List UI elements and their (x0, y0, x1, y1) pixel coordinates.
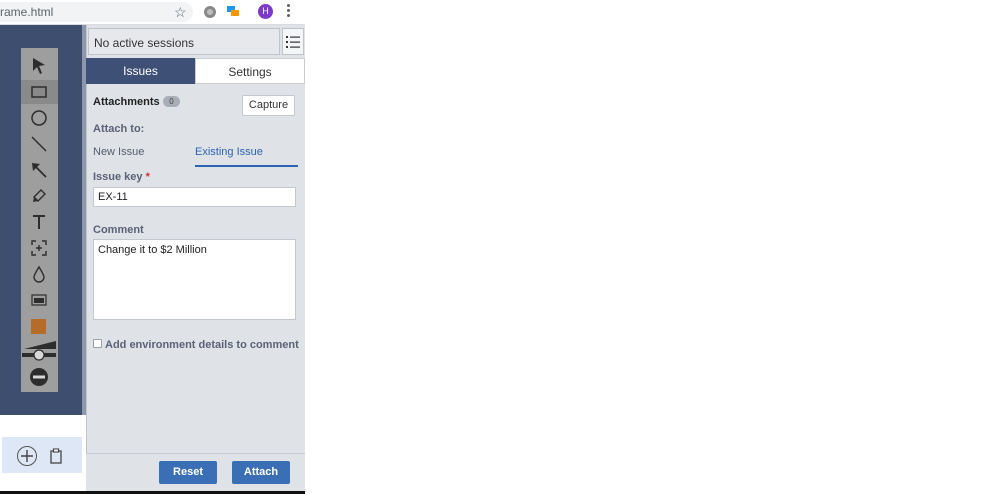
delete-tool[interactable] (21, 366, 58, 390)
issue-key-label: Issue key * (93, 171, 150, 183)
required-marker: * (145, 171, 150, 183)
blur-tool[interactable] (21, 262, 58, 286)
stroke-width-slider[interactable] (21, 340, 58, 364)
url-text: rame.html (0, 5, 54, 19)
attachments-count-badge: 0 (163, 96, 180, 107)
stroke-width-icon (22, 341, 56, 361)
highlight-icon (31, 294, 47, 306)
attachments-heading: Attachments (93, 96, 160, 108)
line-tool[interactable] (21, 132, 58, 156)
comment-textarea[interactable]: Change it to $2 Million (93, 239, 296, 320)
tab-new-issue[interactable]: New Issue (93, 146, 144, 158)
comment-label: Comment (93, 224, 144, 236)
pointer-icon (33, 58, 45, 74)
browser-menu-icon[interactable] (285, 4, 291, 20)
address-bar[interactable]: rame.html ☆ (0, 2, 193, 22)
annotation-toolbar (21, 48, 58, 392)
tab-settings[interactable]: Settings (195, 58, 305, 84)
add-icon[interactable] (17, 446, 37, 466)
extension-capture-icon[interactable] (226, 4, 240, 18)
browser-toolbar: rame.html ☆ H (0, 0, 305, 25)
ellipse-icon (31, 110, 47, 126)
line-icon (31, 136, 47, 152)
crop-tool[interactable] (21, 236, 58, 260)
highlight-tool[interactable] (21, 288, 58, 312)
attach-button[interactable]: Attach (232, 461, 290, 484)
issue-key-input[interactable] (93, 187, 296, 207)
crop-icon (31, 240, 47, 256)
bookmark-star-icon[interactable]: ☆ (174, 5, 187, 19)
list-icon (286, 36, 300, 48)
text-icon (33, 215, 45, 229)
delete-icon (30, 368, 48, 386)
rectangle-icon (31, 86, 47, 98)
clipboard-icon[interactable] (49, 448, 63, 464)
tab-existing-issue[interactable]: Existing Issue (195, 146, 263, 158)
text-tool[interactable] (21, 210, 58, 234)
capture-button[interactable]: Capture (242, 95, 295, 116)
profile-avatar[interactable]: H (258, 4, 273, 19)
reset-button[interactable]: Reset (159, 461, 217, 484)
extension-circle-icon[interactable] (204, 6, 216, 18)
arrow-tool[interactable] (21, 158, 58, 182)
attachment-drop-area (2, 437, 82, 473)
env-details-checkbox[interactable] (93, 339, 102, 348)
plus-icon (21, 450, 33, 462)
rectangle-tool[interactable] (21, 80, 58, 104)
color-swatch-icon (31, 319, 46, 334)
app-root: rame.html ☆ H No active sessions Issues … (0, 0, 999, 494)
active-tab-underline (195, 165, 298, 167)
sessions-status: No active sessions (88, 28, 280, 55)
pencil-tool[interactable] (21, 184, 58, 208)
attach-to-label: Attach to: (93, 123, 145, 135)
issue-key-label-text: Issue key (93, 171, 143, 183)
env-details-label[interactable]: Add environment details to comment (105, 339, 299, 351)
pointer-tool[interactable] (21, 54, 58, 78)
tab-issues[interactable]: Issues (86, 58, 195, 84)
pencil-icon (33, 189, 46, 202)
arrow-icon (32, 163, 47, 178)
color-picker[interactable] (21, 314, 58, 338)
ellipse-tool[interactable] (21, 106, 58, 130)
blur-icon (33, 265, 45, 283)
sessions-list-button[interactable] (282, 28, 304, 55)
